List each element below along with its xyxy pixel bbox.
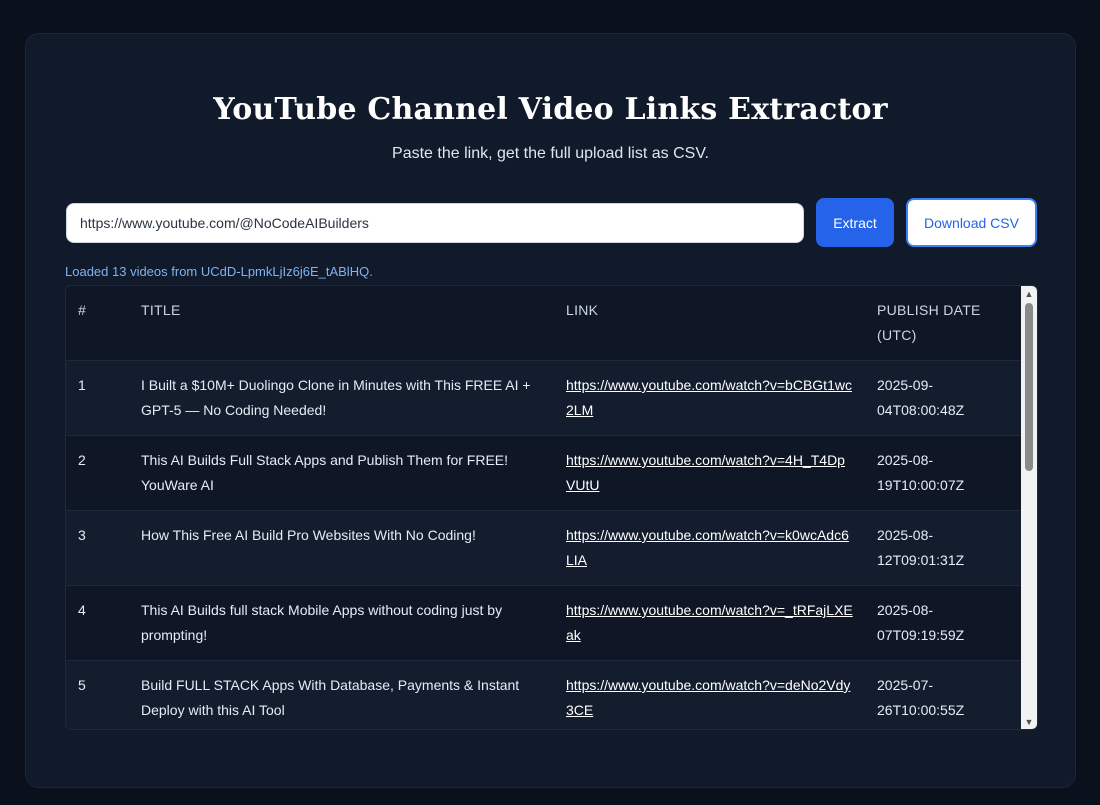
- table-header-row: # TITLE LINK PUBLISH DATE (UTC): [66, 286, 1021, 361]
- table-row: 1 I Built a $10M+ Duolingo Clone in Minu…: [66, 360, 1021, 436]
- triangle-up-icon[interactable]: ▲: [1021, 286, 1037, 301]
- video-title: This AI Builds Full Stack Apps and Publi…: [129, 435, 554, 511]
- video-title: Build FULL STACK Apps With Database, Pay…: [129, 660, 554, 729]
- videos-table: # TITLE LINK PUBLISH DATE (UTC) 1 I Buil…: [66, 286, 1021, 729]
- status-message: Loaded 13 videos from UCdD-LpmkLjIz6j6E_…: [65, 264, 373, 279]
- video-title: How This Free AI Build Pro Websites With…: [129, 510, 554, 586]
- row-number: 1: [66, 360, 129, 436]
- page-subtitle: Paste the link, get the full upload list…: [392, 145, 709, 162]
- videos-table-viewport: # TITLE LINK PUBLISH DATE (UTC) 1 I Buil…: [66, 286, 1021, 729]
- row-number: 5: [66, 660, 129, 729]
- table-row: 5 Build FULL STACK Apps With Database, P…: [66, 660, 1021, 729]
- extract-button[interactable]: Extract: [816, 198, 894, 247]
- extractor-card: YouTube Channel Video Links Extractor Pa…: [25, 33, 1076, 788]
- video-link[interactable]: https://www.youtube.com/watch?v=bCBGt1wc…: [566, 377, 852, 418]
- publish-date: 2025-08-12T09:01:31Z: [865, 510, 1021, 586]
- column-header-publish-date: PUBLISH DATE (UTC): [865, 286, 1021, 361]
- column-header-link: LINK: [554, 286, 865, 361]
- channel-url-input[interactable]: [66, 203, 804, 243]
- video-link[interactable]: https://www.youtube.com/watch?v=_tRFajLX…: [566, 602, 853, 643]
- download-csv-button[interactable]: Download CSV: [906, 198, 1037, 247]
- scrollbar-thumb[interactable]: [1025, 303, 1033, 471]
- publish-date: 2025-07-26T10:00:55Z: [865, 660, 1021, 729]
- video-link[interactable]: https://www.youtube.com/watch?v=k0wcAdc6…: [566, 527, 849, 568]
- video-link-cell: https://www.youtube.com/watch?v=4H_T4DpV…: [554, 435, 865, 511]
- video-link-cell: https://www.youtube.com/watch?v=deNo2Vdy…: [554, 660, 865, 729]
- videos-table-container[interactable]: # TITLE LINK PUBLISH DATE (UTC) 1 I Buil…: [65, 285, 1038, 730]
- video-title: I Built a $10M+ Duolingo Clone in Minute…: [129, 360, 554, 436]
- video-title: This AI Builds full stack Mobile Apps wi…: [129, 585, 554, 661]
- publish-date: 2025-08-07T09:19:59Z: [865, 585, 1021, 661]
- video-link[interactable]: https://www.youtube.com/watch?v=4H_T4DpV…: [566, 452, 845, 493]
- video-link[interactable]: https://www.youtube.com/watch?v=deNo2Vdy…: [566, 677, 850, 718]
- video-link-cell: https://www.youtube.com/watch?v=k0wcAdc6…: [554, 510, 865, 586]
- table-row: 2 This AI Builds Full Stack Apps and Pub…: [66, 435, 1021, 511]
- page-title: YouTube Channel Video Links Extractor: [213, 92, 888, 127]
- video-link-cell: https://www.youtube.com/watch?v=bCBGt1wc…: [554, 360, 865, 436]
- row-number: 3: [66, 510, 129, 586]
- row-number: 2: [66, 435, 129, 511]
- triangle-down-icon[interactable]: ▼: [1021, 714, 1037, 729]
- column-header-number: #: [66, 286, 129, 361]
- table-row: 4 This AI Builds full stack Mobile Apps …: [66, 585, 1021, 661]
- table-row: 3 How This Free AI Build Pro Websites Wi…: [66, 510, 1021, 586]
- table-scrollbar[interactable]: ▲ ▼: [1021, 286, 1037, 729]
- publish-date: 2025-09-04T08:00:48Z: [865, 360, 1021, 436]
- column-header-title: TITLE: [129, 286, 554, 361]
- publish-date: 2025-08-19T10:00:07Z: [865, 435, 1021, 511]
- row-number: 4: [66, 585, 129, 661]
- video-link-cell: https://www.youtube.com/watch?v=_tRFajLX…: [554, 585, 865, 661]
